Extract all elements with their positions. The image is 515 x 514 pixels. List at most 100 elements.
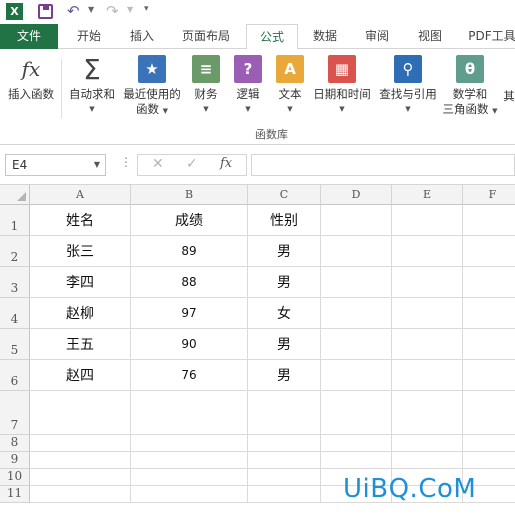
text-button[interactable]: A 文本 ▼ [272, 55, 308, 117]
cell-a10[interactable] [30, 469, 131, 486]
tab-insert[interactable]: 插入 [118, 24, 166, 49]
autosum-button[interactable]: Σ 自动求和 ▼ [66, 55, 118, 117]
cell-c4[interactable]: 女 [248, 298, 321, 329]
formula-bar-grip-icon[interactable]: ⋮ [120, 155, 132, 169]
cell-f7[interactable] [463, 391, 515, 435]
cell-b9[interactable] [131, 452, 248, 469]
row-header-5[interactable]: 5 [0, 329, 30, 360]
lookup-button[interactable]: ⚲ 查找与引用 ▼ [376, 55, 440, 117]
cell-b10[interactable] [131, 469, 248, 486]
tab-pdf-tools[interactable]: PDF工具 [462, 24, 515, 49]
column-header-a[interactable]: A [30, 185, 131, 205]
select-all-corner[interactable] [0, 185, 30, 205]
cell-d3[interactable] [321, 267, 392, 298]
tab-view[interactable]: 视图 [407, 24, 453, 49]
cell-c2[interactable]: 男 [248, 236, 321, 267]
cell-f3[interactable] [463, 267, 515, 298]
datetime-button[interactable]: ▦ 日期和时间 ▼ [310, 55, 374, 117]
cell-b11[interactable] [131, 486, 248, 503]
cell-d5[interactable] [321, 329, 392, 360]
tab-formulas[interactable]: 公式 [246, 24, 298, 50]
cell-b3[interactable]: 88 [131, 267, 248, 298]
cell-f9[interactable] [463, 452, 515, 469]
formula-input[interactable] [251, 154, 515, 176]
cell-b8[interactable] [131, 435, 248, 452]
cell-d2[interactable] [321, 236, 392, 267]
cell-e5[interactable] [392, 329, 463, 360]
cell-b2[interactable]: 89 [131, 236, 248, 267]
cell-e7[interactable] [392, 391, 463, 435]
cell-a6[interactable]: 赵四 [30, 360, 131, 391]
save-icon[interactable] [38, 4, 53, 19]
cell-d9[interactable] [321, 452, 392, 469]
row-header-7[interactable]: 7 [0, 391, 30, 435]
cell-d8[interactable] [321, 435, 392, 452]
column-header-d[interactable]: D [321, 185, 392, 205]
cell-b5[interactable]: 90 [131, 329, 248, 360]
cell-d1[interactable] [321, 205, 392, 236]
cell-f8[interactable] [463, 435, 515, 452]
redo-dropdown-icon[interactable]: ▼ [127, 5, 133, 14]
row-header-4[interactable]: 4 [0, 298, 30, 329]
cell-a7[interactable] [30, 391, 131, 435]
cell-b4[interactable]: 97 [131, 298, 248, 329]
tab-file[interactable]: 文件 [0, 24, 58, 49]
cell-b1[interactable]: 成绩 [131, 205, 248, 236]
cell-c7[interactable] [248, 391, 321, 435]
recently-used-button[interactable]: ★ 最近使用的 函数 ▼ [120, 55, 184, 119]
logical-button[interactable]: ? 逻辑 ▼ [230, 55, 266, 117]
row-header-2[interactable]: 2 [0, 236, 30, 267]
row-header-3[interactable]: 3 [0, 267, 30, 298]
column-header-e[interactable]: E [392, 185, 463, 205]
cell-c8[interactable] [248, 435, 321, 452]
cell-a4[interactable]: 赵柳 [30, 298, 131, 329]
more-functions-button[interactable]: 其 [502, 89, 515, 104]
cell-e9[interactable] [392, 452, 463, 469]
column-header-b[interactable]: B [131, 185, 248, 205]
cell-f2[interactable] [463, 236, 515, 267]
tab-data[interactable]: 数据 [303, 24, 347, 49]
cell-f1[interactable] [463, 205, 515, 236]
undo-dropdown-icon[interactable]: ▼ [88, 5, 94, 14]
cell-d4[interactable] [321, 298, 392, 329]
column-header-c[interactable]: C [248, 185, 321, 205]
cell-f6[interactable] [463, 360, 515, 391]
worksheet-grid[interactable]: A B C D E F 1 姓名 成绩 性别 2 张三 89 男 3 李四 88 男 4 赵柳 97 女 5 王五 90 男 6 赵四… [0, 185, 515, 514]
cell-c9[interactable] [248, 452, 321, 469]
cell-a11[interactable] [30, 486, 131, 503]
cell-a3[interactable]: 李四 [30, 267, 131, 298]
cell-e1[interactable] [392, 205, 463, 236]
row-header-9[interactable]: 9 [0, 452, 30, 469]
insert-function-button[interactable]: fx 插入函数 [4, 55, 58, 102]
insert-function-fx-icon[interactable]: fx [220, 156, 232, 171]
check-icon[interactable]: ✓ [186, 156, 198, 172]
cell-a5[interactable]: 王五 [30, 329, 131, 360]
financial-button[interactable]: ≡ 财务 ▼ [188, 55, 224, 117]
cell-f4[interactable] [463, 298, 515, 329]
cell-c5[interactable]: 男 [248, 329, 321, 360]
cell-c10[interactable] [248, 469, 321, 486]
tab-home[interactable]: 开始 [64, 24, 114, 49]
cell-c11[interactable] [248, 486, 321, 503]
cell-a1[interactable]: 姓名 [30, 205, 131, 236]
math-trig-button[interactable]: θ 数学和 三角函数 ▼ [440, 55, 500, 119]
cell-d7[interactable] [321, 391, 392, 435]
tab-review[interactable]: 审阅 [354, 24, 400, 49]
cell-b7[interactable] [131, 391, 248, 435]
cell-b6[interactable]: 76 [131, 360, 248, 391]
cell-e6[interactable] [392, 360, 463, 391]
cell-e4[interactable] [392, 298, 463, 329]
customize-qat-icon[interactable]: ▾ [144, 4, 149, 14]
cell-c6[interactable]: 男 [248, 360, 321, 391]
cell-e8[interactable] [392, 435, 463, 452]
cell-e3[interactable] [392, 267, 463, 298]
cell-a2[interactable]: 张三 [30, 236, 131, 267]
row-header-1[interactable]: 1 [0, 205, 30, 236]
cell-c1[interactable]: 性别 [248, 205, 321, 236]
column-header-f[interactable]: F [463, 185, 515, 205]
name-box-dropdown-icon[interactable]: ▼ [94, 155, 100, 175]
row-header-6[interactable]: 6 [0, 360, 30, 391]
cell-a9[interactable] [30, 452, 131, 469]
redo-icon[interactable]: ↷ [106, 2, 119, 20]
tab-page-layout[interactable]: 页面布局 [172, 24, 240, 49]
